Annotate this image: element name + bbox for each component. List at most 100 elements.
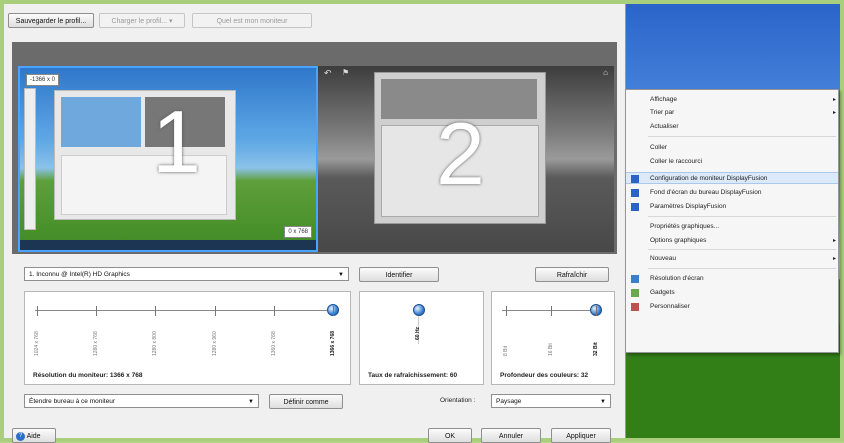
context-menu-item[interactable]: Actualiser xyxy=(626,121,838,133)
refresh-rate-panel: 60 Hz Taux de rafraîchissement: 60 xyxy=(359,291,484,385)
slider-tick-label: 1280 x 800 xyxy=(152,331,159,356)
context-menu-item[interactable]: Paramètres DisplayFusion xyxy=(626,201,838,213)
mon1-window-preview xyxy=(54,90,236,220)
resolution-panel: 1024 x 768 1280 x 768 1280 x 800 1280 x 960… xyxy=(24,291,351,385)
refresh-label: Taux de rafraîchissement: 60 xyxy=(368,372,458,379)
set-primary-button[interactable]: Définir comme xyxy=(269,394,343,409)
chevron-down-icon: ▼ xyxy=(338,272,344,278)
save-profile-button[interactable]: Sauvegarder le profil... xyxy=(8,13,94,28)
context-menu-item-label: Fond d'écran du bureau DisplayFusion xyxy=(650,189,762,196)
slider-tick-label: 1024 x 768 xyxy=(34,331,40,356)
context-menu-item[interactable]: Configuration de moniteur DisplayFusion xyxy=(626,172,838,184)
ok-button[interactable]: OK xyxy=(428,428,472,443)
menu-separator xyxy=(648,249,836,250)
monitor-1-top-left-coord: -1366 x 0 xyxy=(26,74,60,86)
load-profile-button[interactable]: Charger le profil... ▾ xyxy=(99,13,185,28)
context-menu-item-label: Personnaliser xyxy=(650,303,690,310)
slider-tick-label: 1360 x 768 xyxy=(270,331,277,356)
slider-tick-label: 1280 x 768 xyxy=(93,331,100,356)
help-button[interactable]: ? Aide xyxy=(12,428,56,443)
menu-separator xyxy=(648,136,836,137)
refresh-selected-label: 60 Hz xyxy=(415,326,421,340)
identify-button[interactable]: Identifier xyxy=(359,267,439,282)
load-profile-label: Charger le profil... xyxy=(111,18,168,25)
submenu-arrow-icon: ▸ xyxy=(832,110,836,116)
monitor-2[interactable]: ↶ ⚑ ⌂ 2 xyxy=(318,66,614,252)
context-menu-item[interactable]: Résolution d'écran xyxy=(626,273,838,285)
extend-desktop-select[interactable]: Étendre bureau à ce moniteur ▼ xyxy=(24,394,259,408)
slider-tick xyxy=(214,306,216,316)
context-menu-item[interactable]: Trier par ▸ xyxy=(626,107,838,119)
monitor-1[interactable]: 1 -1366 x 0 0 x 768 xyxy=(18,66,318,252)
monitor-1-number: 1 xyxy=(152,92,201,191)
mon1-inner-preview-a xyxy=(61,97,141,147)
context-menu-item-label: Propriétés graphiques... xyxy=(650,223,720,230)
context-menu-item[interactable]: Nouveau ▸ xyxy=(626,253,838,265)
context-menu-item[interactable]: Fond d'écran du bureau DisplayFusion xyxy=(626,187,838,199)
color-depth-panel: 8 Bit 16 Bit 32 Bit Profondeur des couleur… xyxy=(491,291,615,385)
context-menu-item[interactable]: Gadgets xyxy=(626,287,838,299)
context-menu-item[interactable]: Propriétés graphiques... xyxy=(626,221,838,233)
which-monitor-button[interactable]: Quel est mon moniteur xyxy=(192,13,312,28)
adapter-select-value: 1. Inconnu @ Intel(R) HD Graphics xyxy=(29,271,130,278)
pin-icon[interactable]: ⚑ xyxy=(342,68,349,77)
refresh-button[interactable]: Rafraîchir xyxy=(535,267,609,282)
monitor-icon xyxy=(631,275,639,283)
menu-separator xyxy=(648,216,836,217)
context-menu-item[interactable]: Options graphiques ▸ xyxy=(626,235,838,247)
monitor-1-bottom-right-coord: 0 x 768 xyxy=(284,226,312,238)
apply-button[interactable]: Appliquer xyxy=(551,428,611,443)
slider-tick-label: 1280 x 960 xyxy=(211,331,218,356)
context-menu-item-label: Actualiser xyxy=(650,123,679,130)
resolution-slider-track[interactable] xyxy=(35,310,335,311)
context-menu-item-label: Options graphiques xyxy=(650,237,707,244)
monitor-config-dialog: Sauvegarder le profil... Charger le prof… xyxy=(4,4,626,443)
orientation-select[interactable]: Paysage ▼ xyxy=(491,394,611,408)
extend-desktop-value: Étendre bureau à ce moniteur xyxy=(29,398,115,405)
rotate-left-icon[interactable]: ↶ xyxy=(324,68,332,79)
orientation-value: Paysage xyxy=(496,398,522,405)
context-menu-item-label: Affichage xyxy=(650,96,677,103)
chevron-down-icon: ▼ xyxy=(600,399,606,405)
context-menu-item[interactable]: Coller le raccourci xyxy=(626,156,838,168)
slider-tick-label: 8 Bit xyxy=(503,345,509,356)
context-menu-item[interactable]: Personnaliser xyxy=(626,301,838,313)
resolution-label: Résolution du moniteur: 1366 x 768 xyxy=(33,372,143,379)
context-menu-item-label: Configuration de moniteur DisplayFusion xyxy=(650,175,768,182)
context-menu-item-label: Nouveau xyxy=(650,255,677,262)
monitor-arrangement-canvas[interactable]: 1 -1366 x 0 0 x 768 ↶ ⚑ ⌂ 2 xyxy=(12,42,617,254)
slider-tick-label: 32 Bit xyxy=(593,342,599,356)
help-label: Aide xyxy=(26,433,41,440)
mon1-taskbar xyxy=(20,240,316,250)
desktop-context-menu: Affichage ▸ Trier par ▸ Actualiser Coller Coll… xyxy=(625,89,839,353)
slider-tick-label: 16 Bit xyxy=(548,343,554,356)
submenu-arrow-icon: ▸ xyxy=(832,97,836,103)
lock-icon[interactable]: ⌂ xyxy=(603,68,608,77)
displayfusion-icon xyxy=(631,175,639,183)
adapter-select[interactable]: 1. Inconnu @ Intel(R) HD Graphics ▼ xyxy=(24,267,349,281)
slider-tick xyxy=(155,306,157,316)
monitor-2-number: 2 xyxy=(436,104,485,203)
orientation-label: Orientation : xyxy=(440,397,476,404)
submenu-arrow-icon: ▸ xyxy=(832,256,836,262)
help-icon: ? xyxy=(16,431,25,441)
color-depth-slider-track[interactable] xyxy=(502,310,602,311)
menu-separator xyxy=(648,268,836,269)
gadgets-icon xyxy=(631,289,639,297)
context-menu-item[interactable]: Affichage ▸ xyxy=(626,94,838,106)
displayfusion-icon xyxy=(631,189,639,197)
cancel-button[interactable]: Annuler xyxy=(481,428,541,443)
submenu-arrow-icon: ▸ xyxy=(832,238,836,244)
context-menu-item-label: Résolution d'écran xyxy=(650,275,704,282)
slider-tick xyxy=(273,306,275,316)
mon1-side-toolbar xyxy=(24,88,36,230)
slider-tick xyxy=(596,306,597,316)
refresh-slider-thumb[interactable] xyxy=(413,304,425,316)
context-menu-item[interactable]: Coller xyxy=(626,142,838,154)
slider-tick-label: 1366 x 768 xyxy=(330,330,336,356)
slider-tick xyxy=(506,306,507,316)
context-menu-item-label: Coller xyxy=(650,144,667,151)
context-menu-item-label: Coller le raccourci xyxy=(650,158,703,165)
slider-tick xyxy=(333,306,334,316)
mon1-inner-panel xyxy=(61,155,227,215)
